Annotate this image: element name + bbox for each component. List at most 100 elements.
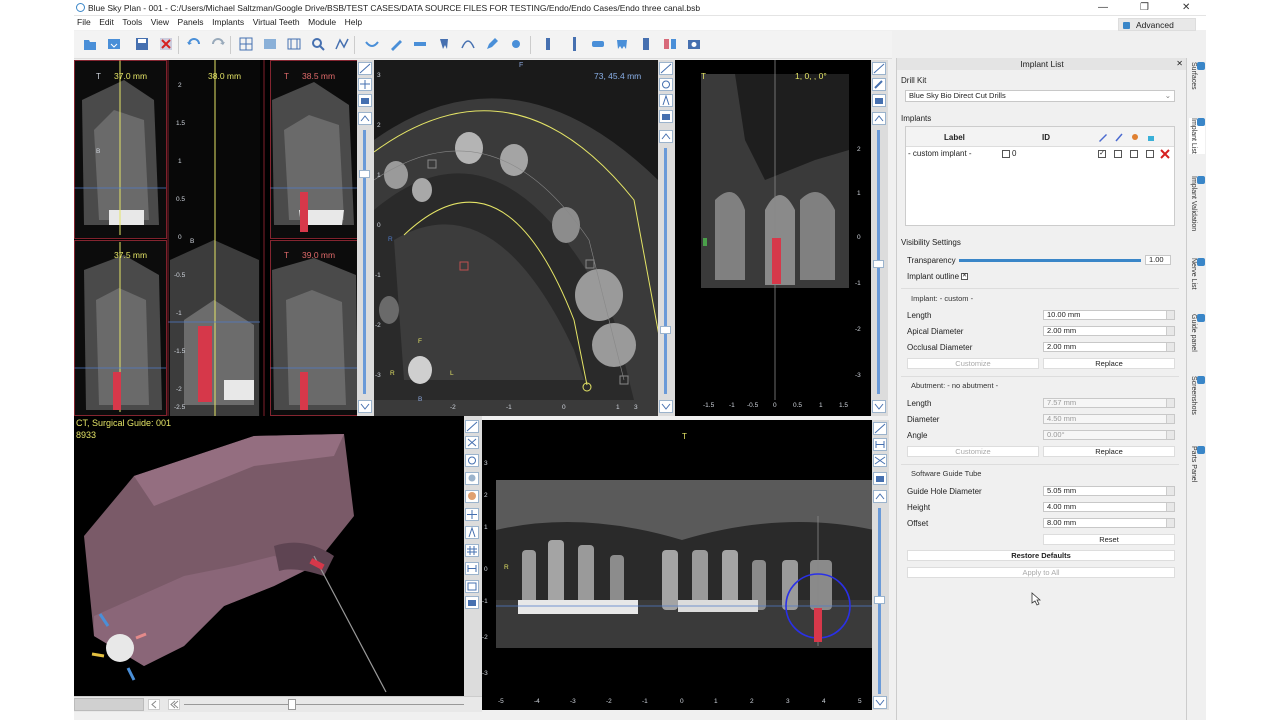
layout-icon[interactable]: [238, 36, 254, 52]
menu-virtual-teeth[interactable]: Virtual Teeth: [250, 16, 303, 28]
implant-id-checkbox[interactable]: [1002, 150, 1010, 158]
sagittal-down-button[interactable]: [872, 400, 886, 413]
sagittal-up-button[interactable]: [872, 112, 886, 125]
transparency-slider[interactable]: [959, 259, 1141, 262]
pano-flip-button[interactable]: [873, 454, 887, 467]
model-scroll-left2-button[interactable]: [168, 699, 180, 710]
delete-implant-icon[interactable]: [1160, 149, 1170, 159]
axial-camera-button[interactable]: [659, 110, 673, 123]
sagittal-view[interactable]: T 1, 0, , 0° 2 1 0 -1 -2 -3 -1.5 -1 -0.5…: [675, 60, 871, 416]
occlusal-stepper[interactable]: [1166, 343, 1174, 351]
implant-row[interactable]: - custom implant - 0 ✓: [906, 148, 1174, 160]
gallery-icon[interactable]: [262, 36, 278, 52]
minimize-button[interactable]: —: [1098, 2, 1108, 13]
model-text-button[interactable]: [465, 526, 479, 539]
drill-kit-select[interactable]: Blue Sky Bio Direct Cut Drills ⌄: [905, 90, 1175, 102]
abutment-customize-button[interactable]: Customize: [907, 446, 1039, 457]
offset-input[interactable]: 8.00 mm: [1043, 518, 1175, 528]
menu-help[interactable]: Help: [342, 16, 365, 28]
menu-implants[interactable]: Implants: [209, 16, 247, 28]
model-fullscreen-button[interactable]: [465, 420, 479, 433]
apical-stepper[interactable]: [1166, 327, 1174, 335]
pencil-icon[interactable]: [484, 36, 500, 52]
model-rotate-button[interactable]: [465, 454, 479, 467]
reset-button[interactable]: Reset: [1043, 534, 1175, 545]
cross-fullscreen-button[interactable]: [358, 62, 372, 75]
tab-screenshots[interactable]: Screenshots: [1189, 376, 1205, 415]
menu-tools[interactable]: Tools: [119, 16, 145, 28]
panel-close-button[interactable]: ✕: [1176, 58, 1183, 70]
axial-slider-track[interactable]: [664, 148, 667, 394]
drill-icon[interactable]: [566, 36, 582, 52]
ruler-icon[interactable]: [412, 36, 428, 52]
hole-input[interactable]: 5.05 mm: [1043, 486, 1175, 496]
height-stepper[interactable]: [1166, 503, 1174, 511]
close-file-icon[interactable]: [158, 36, 174, 52]
apply-all-button[interactable]: Apply to All: [907, 567, 1175, 578]
pano-slider-handle[interactable]: [874, 596, 885, 604]
restore-defaults-button[interactable]: Restore Defaults: [907, 550, 1175, 561]
apical-input[interactable]: 2.00 mm: [1043, 326, 1175, 336]
pano-up-button[interactable]: [873, 490, 887, 503]
guide-icon[interactable]: [590, 36, 606, 52]
length-stepper[interactable]: [1166, 311, 1174, 319]
outline-checkbox[interactable]: ✕: [961, 273, 968, 280]
axial-fullscreen-button[interactable]: [659, 62, 673, 75]
model-orient-button[interactable]: [465, 472, 479, 485]
tooth-tool-icon[interactable]: [436, 36, 452, 52]
teeth-library-icon[interactable]: [662, 36, 678, 52]
abutment-icon[interactable]: [638, 36, 654, 52]
model-reset-button[interactable]: [465, 436, 479, 449]
implant-customize-button[interactable]: Customize: [907, 358, 1039, 369]
implant-abutment-checkbox[interactable]: [1130, 150, 1138, 158]
model-scrollbar-thumb[interactable]: [74, 698, 144, 711]
cross-section-views[interactable]: T 37.0 mm 38.0 mm T 38.5 mm 37.5 mm T 39…: [74, 60, 364, 416]
implant-replace-button[interactable]: Replace: [1043, 358, 1175, 369]
axial-annotation-button[interactable]: [659, 94, 673, 107]
implant-visible-checkbox[interactable]: ✓: [1098, 150, 1106, 158]
menu-file[interactable]: File: [74, 16, 94, 28]
sagittal-camera-button[interactable]: [872, 94, 886, 107]
transparency-input[interactable]: 1.00: [1145, 255, 1171, 265]
tab-parts-panel[interactable]: Parts Panel: [1189, 446, 1205, 482]
tab-nerve-list[interactable]: Nerve List: [1189, 258, 1205, 290]
tab-implant-validation[interactable]: Implant Validation: [1189, 176, 1205, 231]
model-ds-button[interactable]: [465, 580, 479, 593]
open-file-icon[interactable]: [82, 36, 98, 52]
model-face-button[interactable]: [465, 490, 479, 503]
menu-module[interactable]: Module: [305, 16, 339, 28]
model-scroll-left-button[interactable]: [148, 699, 160, 710]
pano-camera-button[interactable]: [873, 472, 887, 485]
tab-guide-panel[interactable]: Guide panel: [1189, 314, 1205, 352]
curve-icon[interactable]: [460, 36, 476, 52]
tab-implant-list[interactable]: Implant List: [1189, 118, 1205, 154]
draw-icon[interactable]: [388, 36, 404, 52]
model-3d-view[interactable]: CT, Surgical Guide: 001 8933: [74, 416, 464, 696]
cross-layout-button[interactable]: [358, 78, 372, 91]
cross-down-button[interactable]: [358, 400, 372, 413]
menu-view[interactable]: View: [148, 16, 172, 28]
menu-panels[interactable]: Panels: [175, 16, 207, 28]
model-grid-button[interactable]: [465, 544, 479, 557]
zoom-icon[interactable]: [310, 36, 326, 52]
sagittal-fullscreen-button[interactable]: [872, 62, 886, 75]
implant-lock-checkbox[interactable]: [1146, 150, 1154, 158]
maximize-button[interactable]: ❐: [1140, 2, 1149, 13]
arch-icon[interactable]: [364, 36, 380, 52]
model-measure-button[interactable]: [465, 562, 479, 575]
model-move-button[interactable]: [465, 508, 479, 521]
screenshot-icon[interactable]: [686, 36, 702, 52]
model-zoom-handle[interactable]: [288, 699, 296, 710]
cross-slider-handle[interactable]: [359, 170, 370, 178]
height-input[interactable]: 4.00 mm: [1043, 502, 1175, 512]
abutment-replace-button[interactable]: Replace: [1043, 446, 1175, 457]
redo-icon[interactable]: [210, 36, 226, 52]
import-icon[interactable]: [106, 36, 122, 52]
model-zoom-track[interactable]: [184, 704, 464, 705]
undo-icon[interactable]: [186, 36, 202, 52]
axial-slider-handle[interactable]: [660, 326, 671, 334]
axial-up-button[interactable]: [659, 130, 673, 143]
axial-view[interactable]: F 73, 45.4 mm F R L B R 3 2 1 0 -1 -2 -3…: [374, 60, 658, 416]
crown-icon[interactable]: [614, 36, 630, 52]
length-input[interactable]: 10.00 mm: [1043, 310, 1175, 320]
